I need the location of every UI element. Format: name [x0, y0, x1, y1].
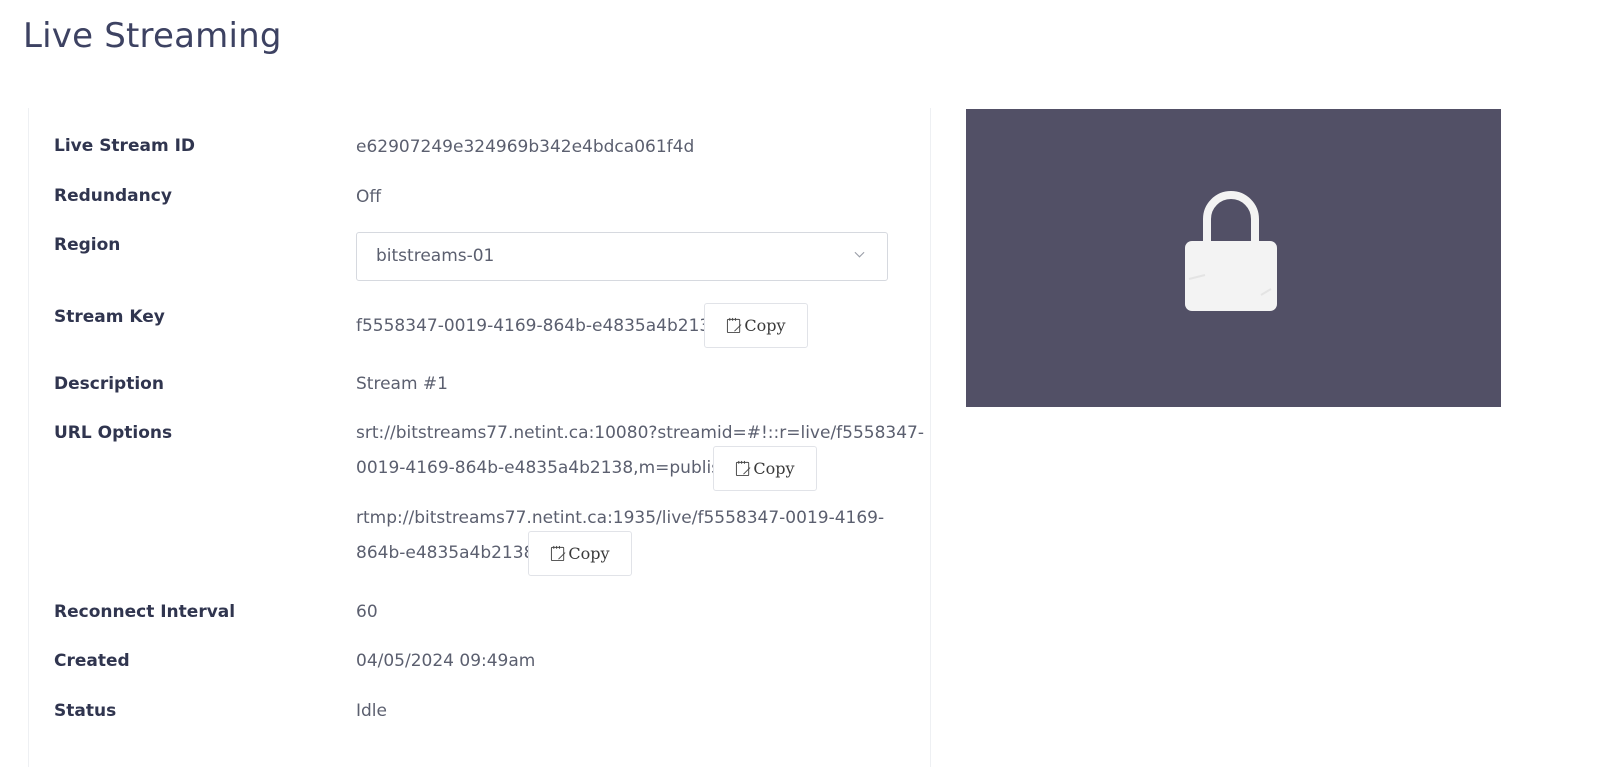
- copy-rtmp-url-label: Copy: [568, 544, 610, 563]
- rtmp-url-line2: 864b-e4835a4b2138: [356, 543, 535, 563]
- copy-rtmp-url-button[interactable]: Copy: [528, 531, 632, 576]
- region-select-value: bitstreams-01: [376, 246, 495, 266]
- stream-details-card: Live Stream ID e62907249e324969b342e4bdc…: [28, 108, 931, 767]
- lock-icon: [1185, 191, 1277, 311]
- copy-stream-key-button[interactable]: Copy: [704, 303, 808, 348]
- chevron-down-icon: [854, 251, 865, 258]
- copy-srt-url-label: Copy: [753, 459, 795, 478]
- copy-icon: [727, 317, 742, 334]
- reconnect-interval-value: 60: [356, 602, 378, 622]
- stream-key-label: Stream Key: [54, 307, 165, 327]
- rtmp-url-line1: rtmp://bitstreams77.netint.ca:1935/live/…: [356, 508, 885, 528]
- copy-icon: [736, 460, 751, 477]
- description-value: Stream #1: [356, 374, 448, 394]
- created-label: Created: [54, 651, 130, 671]
- srt-url-line2: 0019-4169-864b-e4835a4b2138,m=publish: [356, 458, 731, 478]
- live-stream-id-value: e62907249e324969b342e4bdca061f4d: [356, 137, 695, 157]
- redundancy-label: Redundancy: [54, 186, 172, 206]
- copy-stream-key-label: Copy: [744, 316, 786, 335]
- copy-icon: [551, 545, 566, 562]
- region-select[interactable]: bitstreams-01: [356, 232, 888, 281]
- description-label: Description: [54, 374, 164, 394]
- srt-url-line1: srt://bitstreams77.netint.ca:10080?strea…: [356, 423, 925, 443]
- url-options-label: URL Options: [54, 423, 173, 443]
- stream-preview: [966, 109, 1501, 407]
- status-label: Status: [54, 701, 117, 721]
- created-value: 04/05/2024 09:49am: [356, 651, 536, 671]
- region-label: Region: [54, 235, 121, 255]
- status-value: Idle: [356, 701, 387, 721]
- page-title: Live Streaming: [23, 16, 282, 56]
- copy-srt-url-button[interactable]: Copy: [713, 446, 817, 491]
- stream-key-value: f5558347-0019-4169-864b-e4835a4b2138: [356, 316, 722, 336]
- redundancy-value: Off: [356, 187, 382, 207]
- reconnect-interval-label: Reconnect Interval: [54, 602, 236, 622]
- live-stream-id-label: Live Stream ID: [54, 136, 196, 156]
